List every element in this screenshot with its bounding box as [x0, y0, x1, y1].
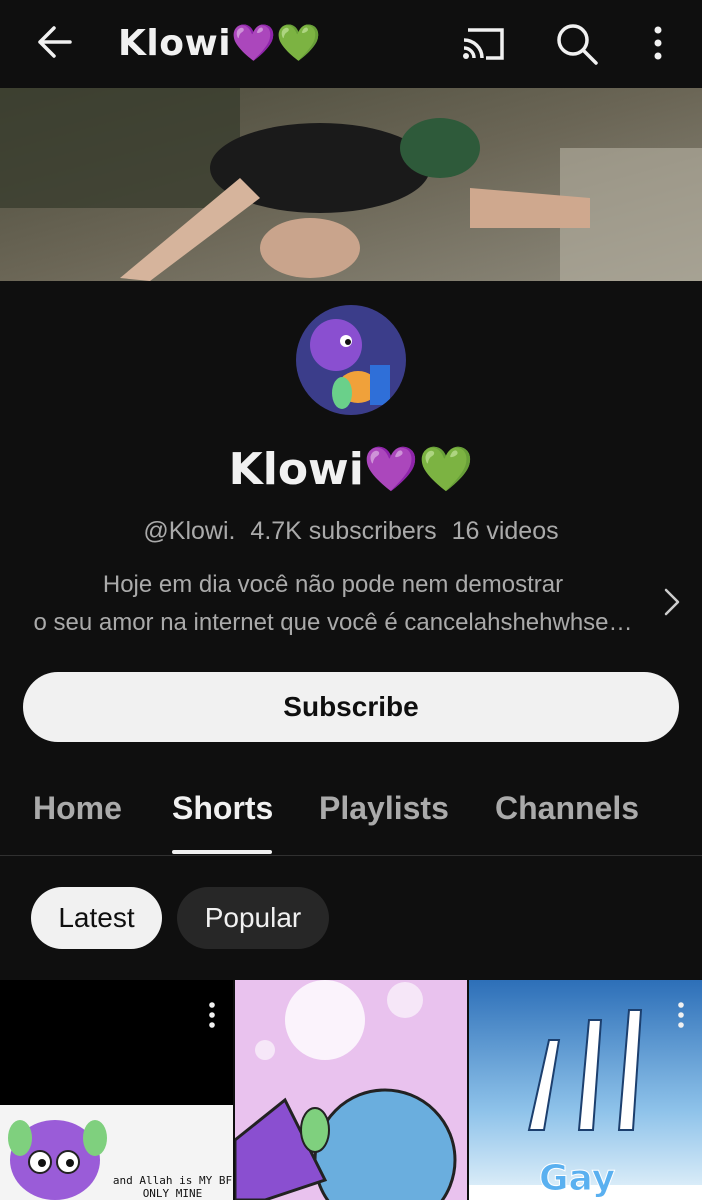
- short-thumbnail[interactable]: and Allah is MY BF ONLY MINE: [0, 980, 233, 1200]
- tab-home[interactable]: Home: [33, 790, 122, 827]
- chip-latest[interactable]: Latest: [31, 887, 162, 949]
- cast-icon[interactable]: [460, 24, 506, 64]
- video-count: 16 videos: [451, 517, 559, 545]
- app-bar-title: Klowi💜💚: [118, 23, 322, 64]
- short-thumbnail-art: [235, 980, 467, 1200]
- app-bar: Klowi💜💚: [0, 0, 702, 88]
- short-caption-line: ONLY MINE: [142, 1187, 203, 1200]
- subscribe-button[interactable]: Subscribe: [23, 672, 679, 742]
- channel-tabs: Home Shorts Playlists Channels: [0, 760, 702, 856]
- tab-channels[interactable]: Channels: [495, 790, 639, 827]
- search-icon[interactable]: [554, 22, 600, 66]
- channel-avatar[interactable]: [296, 305, 406, 415]
- short-thumbnail[interactable]: [235, 980, 467, 1200]
- channel-meta: @Klowi. 4.7K subscribers 16 videos: [0, 517, 702, 546]
- short-caption: and Allah is MY BF ONLY MINE: [112, 1174, 233, 1200]
- short-more-icon[interactable]: [207, 1000, 217, 1030]
- channel-description[interactable]: Hoje em dia você não pode nem demostrar …: [18, 566, 648, 642]
- short-overlay-text: Gay: [538, 1158, 616, 1200]
- tab-shorts[interactable]: Shorts: [172, 790, 273, 827]
- channel-banner-image[interactable]: [0, 88, 702, 281]
- chip-popular[interactable]: Popular: [177, 887, 329, 949]
- tab-playlists[interactable]: Playlists: [319, 790, 449, 827]
- more-vert-icon[interactable]: [646, 22, 670, 66]
- subscriber-count: 4.7K subscribers: [250, 517, 437, 545]
- short-thumbnail[interactable]: Gay: [469, 980, 702, 1200]
- description-line: Hoje em dia você não pode nem demostrar: [102, 571, 564, 598]
- back-arrow-icon[interactable]: [30, 20, 80, 64]
- short-caption-line: and Allah is MY BF: [112, 1174, 233, 1187]
- chevron-right-icon[interactable]: [656, 584, 686, 620]
- channel-name: Klowi💜💚: [228, 444, 474, 495]
- channel-handle: @Klowi.: [143, 517, 236, 545]
- short-more-icon[interactable]: [676, 1000, 686, 1030]
- description-line: o seu amor na internet que você é cancel…: [33, 609, 633, 636]
- short-thumbnail-art: [0, 1105, 233, 1200]
- active-tab-indicator: [172, 850, 272, 854]
